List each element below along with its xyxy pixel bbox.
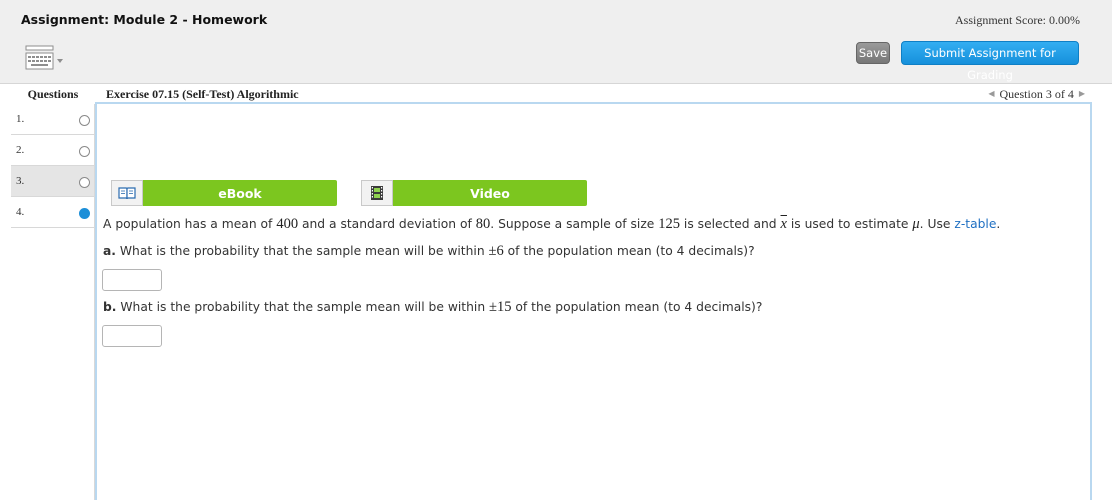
save-button[interactable]: Save xyxy=(856,42,890,64)
problem-text: . Use xyxy=(919,217,955,231)
mu-symbol: μ xyxy=(912,216,920,232)
part-b-label: b. xyxy=(103,300,117,314)
part-b-value: ±15 xyxy=(489,299,512,315)
ebook-button[interactable]: eBook xyxy=(111,180,337,206)
part-b-text: What is the probability that the sample … xyxy=(116,300,490,314)
question-navigation: ◀ Question 3 of 4 ▶ xyxy=(988,84,1085,104)
unanswered-indicator-icon xyxy=(79,115,90,126)
film-icon xyxy=(361,180,393,206)
question-number: 2. xyxy=(16,144,25,156)
sample-size-value: 125 xyxy=(658,216,681,232)
problem-text: . xyxy=(996,217,1001,231)
part-a-question: a. What is the probability that the samp… xyxy=(103,243,755,260)
exercise-title: Exercise 07.15 (Self-Test) Algorithmic xyxy=(106,87,299,101)
question-item-3[interactable]: 3. xyxy=(11,166,94,197)
question-number: 1. xyxy=(16,113,25,125)
question-number: 3. xyxy=(16,175,25,187)
question-number: 4. xyxy=(16,206,25,218)
question-item-4[interactable]: 4. xyxy=(11,197,94,228)
sd-value: 80 xyxy=(475,216,491,232)
problem-text: is selected and xyxy=(680,217,781,231)
part-a-value: ±6 xyxy=(488,243,504,259)
questions-heading: Questions xyxy=(27,87,79,101)
part-a-label: a. xyxy=(103,244,116,258)
part-a-text: of the population mean (to 4 decimals)? xyxy=(503,244,755,258)
keyboard-menu-button[interactable] xyxy=(25,45,69,73)
unanswered-indicator-icon xyxy=(79,146,90,157)
assignment-score: Assignment Score: 0.00% xyxy=(955,13,1080,27)
next-question-icon[interactable]: ▶ xyxy=(1079,84,1085,104)
question-item-2[interactable]: 2. xyxy=(11,135,94,166)
question-list: 1. 2. 3. 4. xyxy=(11,104,95,500)
assignment-header: Assignment: Module 2 - Homework Assignme… xyxy=(0,0,1112,84)
problem-text: and a standard deviation of xyxy=(298,217,476,231)
submit-assignment-button[interactable]: Submit Assignment for Grading xyxy=(901,41,1079,82)
previous-question-icon[interactable]: ◀ xyxy=(988,84,994,104)
unanswered-indicator-icon xyxy=(79,177,90,188)
ebook-label: eBook xyxy=(143,180,337,206)
part-b-question: b. What is the probability that the samp… xyxy=(103,299,762,316)
problem-text: A population has a mean of xyxy=(103,217,277,231)
answered-indicator-icon xyxy=(79,208,90,219)
mean-value: 400 xyxy=(276,216,299,232)
keyboard-icon xyxy=(25,45,69,73)
part-b-answer-input[interactable] xyxy=(102,325,162,347)
question-position: Question 3 of 4 xyxy=(999,87,1074,101)
z-table-link[interactable]: z-table xyxy=(954,217,996,231)
problem-text: . Suppose a sample of size xyxy=(490,217,659,231)
problem-statement: A population has a mean of 400 and a sta… xyxy=(103,216,1000,233)
part-b-text: of the population mean (to 4 decimals)? xyxy=(511,300,763,314)
problem-text: is used to estimate xyxy=(786,217,913,231)
assignment-title: Assignment: Module 2 - Homework xyxy=(21,12,268,27)
part-a-text: What is the probability that the sample … xyxy=(115,244,489,258)
question-item-1[interactable]: 1. xyxy=(11,104,94,135)
part-a-answer-input[interactable] xyxy=(102,269,162,291)
book-icon xyxy=(111,180,143,206)
video-button[interactable]: Video xyxy=(361,180,587,206)
video-label: Video xyxy=(393,180,587,206)
